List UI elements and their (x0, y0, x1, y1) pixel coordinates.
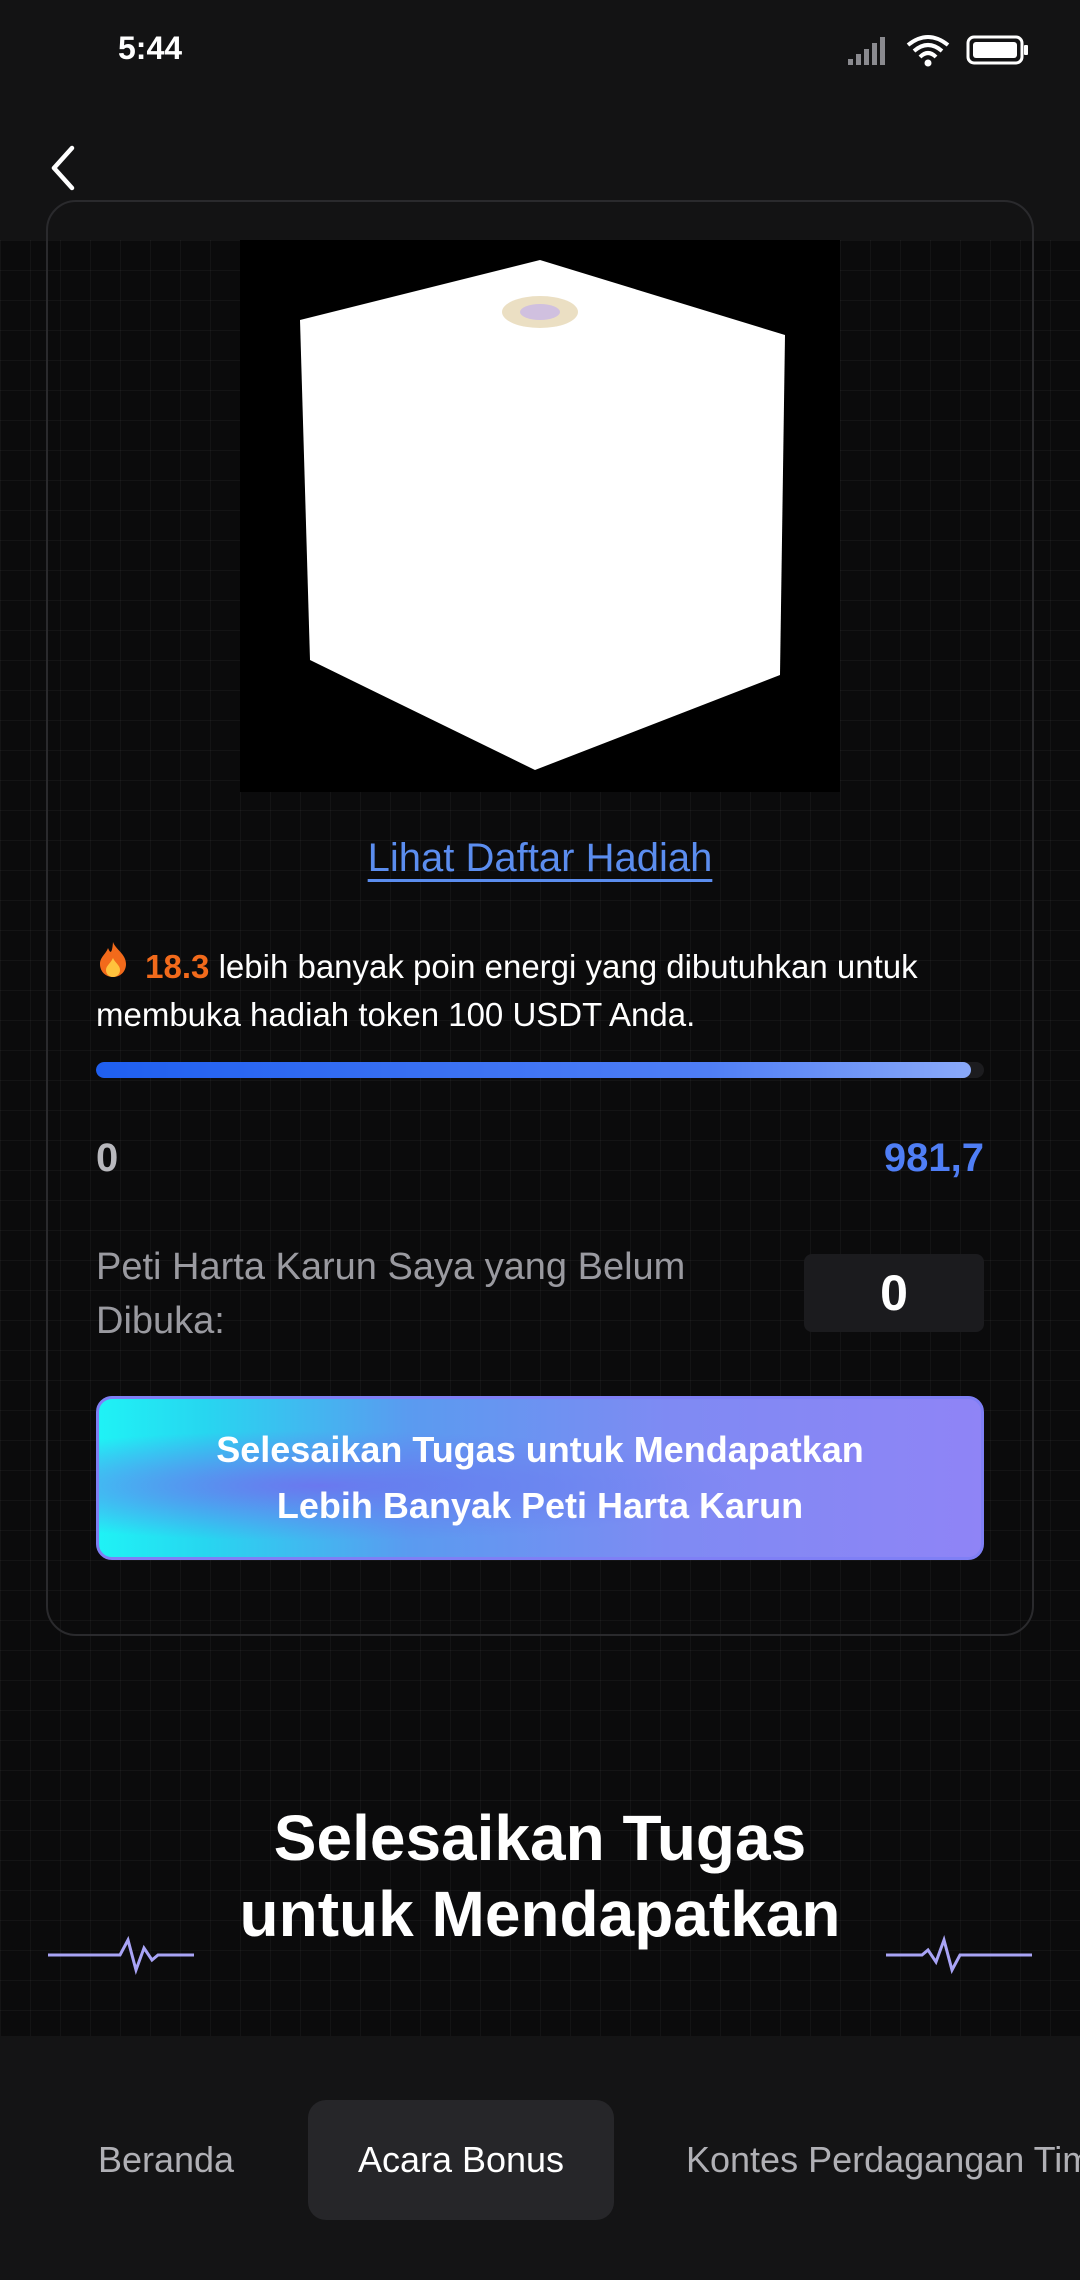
signal-icon (848, 35, 890, 70)
tab-team-trading-contest[interactable]: Kontes Perdagangan Tim (686, 2100, 1080, 2220)
energy-needed-value: 18.3 (145, 948, 210, 985)
bottom-tab-bar: Beranda Acara Bonus Kontes Perdagangan T… (0, 2036, 1080, 2280)
heartbeat-wave-icon (886, 1930, 1032, 1985)
unopened-chests-count: 0 (804, 1254, 984, 1332)
fire-icon (96, 940, 136, 991)
status-bar: 5:44 (0, 0, 1080, 100)
chevron-left-icon (48, 144, 78, 197)
status-icons (848, 32, 1030, 72)
reward-list-link[interactable]: Lihat Daftar Hadiah (0, 836, 1080, 881)
complete-tasks-button-label: Selesaikan Tugas untuk Mendapatkan Lebih… (216, 1429, 864, 1526)
status-time: 5:44 (118, 30, 183, 66)
wifi-icon (906, 33, 950, 72)
treasure-chest-image (240, 240, 840, 792)
energy-progress-fill (96, 1062, 971, 1078)
complete-tasks-button[interactable]: Selesaikan Tugas untuk Mendapatkan Lebih… (96, 1396, 984, 1560)
progress-min-label: 0 (96, 1136, 119, 1180)
energy-needed-suffix: lebih banyak poin energi yang dibutuhkan… (96, 948, 918, 1033)
progress-max-label: 981,7 (883, 1136, 984, 1180)
energy-needed-text: 18.3 lebih banyak poin energi yang dibut… (96, 940, 996, 1039)
battery-icon (966, 35, 1030, 70)
unopened-chests-label: Peti Harta Karun Saya yang Belum Dibuka: (96, 1246, 686, 1342)
back-button[interactable] (38, 140, 88, 200)
tab-bonus-event[interactable]: Acara Bonus (308, 2100, 614, 2220)
chest-cube-icon (300, 260, 785, 770)
tasks-section-title: Selesaikan Tugas untuk Mendapatkan (239, 1802, 841, 1950)
screen: 5:44 Lihat Daftar Hadiah 18.3 lebih bany… (0, 0, 1080, 2280)
tab-home[interactable]: Beranda (66, 2100, 266, 2220)
energy-progress-bar (96, 1062, 984, 1078)
heartbeat-wave-icon (48, 1930, 194, 1985)
